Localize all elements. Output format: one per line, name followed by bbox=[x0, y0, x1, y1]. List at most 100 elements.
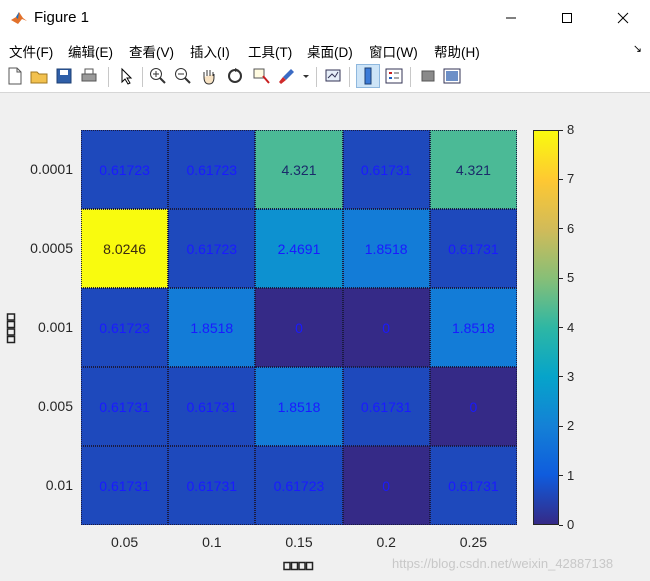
heatmap-cell: 4.321 bbox=[429, 130, 517, 209]
y-axis-label bbox=[5, 312, 17, 344]
heatmap-cell: 0.61723 bbox=[255, 446, 343, 525]
x-tick-label: 0.15 bbox=[285, 534, 313, 550]
new-figure-icon[interactable] bbox=[5, 66, 25, 86]
heatmap-cell: 4.321 bbox=[255, 130, 343, 209]
maximize-icon bbox=[562, 13, 572, 23]
open-file-icon[interactable] bbox=[29, 66, 49, 86]
heatmap-cell: 0.61731 bbox=[81, 367, 169, 446]
cell-value-label: 0.61723 bbox=[273, 477, 325, 494]
heatmap-cell: 0.61723 bbox=[81, 130, 169, 209]
heatmap-cell: 0.61731 bbox=[168, 367, 256, 446]
colorbar-tick bbox=[559, 228, 563, 230]
colorbar-tick bbox=[559, 327, 563, 328]
colorbar-tick bbox=[559, 524, 563, 526]
cell-value-label: 0 bbox=[382, 319, 391, 336]
menu-window[interactable]: 窗口(W) bbox=[369, 41, 418, 61]
x-tick-label: 0.25 bbox=[459, 534, 488, 550]
save-icon[interactable] bbox=[54, 66, 74, 86]
brush-icon[interactable] bbox=[277, 66, 297, 86]
heatmap-cell: 1.8518 bbox=[429, 288, 517, 367]
cell-value-label: 2.4691 bbox=[277, 240, 321, 257]
menu-tools[interactable]: 工具(T) bbox=[248, 41, 292, 61]
cell-value-label: 8.0246 bbox=[103, 240, 146, 257]
link-plot-icon[interactable] bbox=[323, 66, 343, 86]
heatmap-cell: 0 bbox=[429, 367, 517, 446]
heatmap-cell: 0 bbox=[255, 288, 343, 367]
colorbar-tick-label: 1 bbox=[567, 467, 575, 483]
colorbar-tick-label: 4 bbox=[567, 319, 575, 335]
print-icon[interactable] bbox=[79, 66, 99, 86]
y-tick-label: 0.001 bbox=[37, 318, 73, 335]
cell-value-label: 4.321 bbox=[455, 161, 491, 178]
x-tick-label: 0.2 bbox=[376, 534, 396, 550]
colorbar-tick bbox=[559, 178, 563, 180]
heatmap-cell: 0.61723 bbox=[81, 288, 169, 367]
cell-value-label: 0 bbox=[382, 477, 391, 494]
heatmap-cell: 1.8518 bbox=[342, 209, 430, 288]
cell-value-label: 1.8518 bbox=[277, 398, 321, 415]
cell-value-label: 1.8518 bbox=[364, 240, 408, 257]
close-button[interactable] bbox=[600, 0, 646, 36]
heatmap-cell: 0.61731 bbox=[342, 367, 430, 446]
cell-value-label: 1.8518 bbox=[451, 319, 495, 336]
cell-value-label: 0.61723 bbox=[186, 240, 238, 257]
data-cursor-icon[interactable] bbox=[251, 66, 271, 86]
title-bar[interactable]: Figure 1 bbox=[0, 0, 650, 36]
x-axis-label bbox=[283, 559, 315, 571]
cell-value-label: 0 bbox=[295, 319, 303, 336]
colorbar-tick bbox=[559, 129, 563, 131]
cell-value-label: 0.61731 bbox=[99, 477, 150, 494]
cell-value-label: 1.8518 bbox=[190, 319, 234, 336]
rotate-3d-icon[interactable] bbox=[225, 66, 245, 86]
menu-desktop[interactable]: 桌面(D) bbox=[307, 41, 353, 61]
legend-icon[interactable] bbox=[384, 66, 404, 86]
heatmap-cell: 0.61731 bbox=[429, 446, 517, 525]
cell-value-label: 0.61723 bbox=[99, 319, 150, 336]
matlab-logo-icon bbox=[11, 12, 27, 24]
y-axis-label-glyphs bbox=[6, 313, 16, 344]
pointer-icon[interactable] bbox=[116, 66, 136, 86]
dock-arrow-icon[interactable]: ↘ bbox=[633, 42, 642, 55]
heatmap-cell: 1.8518 bbox=[255, 367, 343, 446]
pan-icon[interactable] bbox=[199, 66, 219, 86]
menu-file[interactable]: 文件(F) bbox=[9, 41, 53, 61]
zoom-out-icon[interactable] bbox=[173, 66, 193, 86]
brush-dropdown-icon[interactable] bbox=[301, 66, 311, 86]
menu-insert[interactable]: 插入(I) bbox=[190, 41, 230, 61]
menu-view[interactable]: 查看(V) bbox=[129, 41, 174, 61]
menu-help[interactable]: 帮助(H) bbox=[434, 41, 480, 61]
maximize-button[interactable] bbox=[544, 0, 590, 36]
colorbar-tick-label: 5 bbox=[567, 270, 575, 286]
y-tick-label: 0.01 bbox=[45, 476, 73, 493]
cell-value-label: 0 bbox=[469, 398, 478, 415]
figure-window: Figure 1 文件(F) 编辑(E) 查看(V) 插入(I) 工具(T) 桌… bbox=[0, 0, 650, 581]
heatmap-cell: 0.61731 bbox=[168, 446, 256, 525]
cell-value-label: 0.61731 bbox=[360, 398, 412, 415]
heatmap-cell: 1.8518 bbox=[168, 288, 256, 367]
heatmap-cell: 0.61731 bbox=[429, 209, 517, 288]
heatmap-cell: 0 bbox=[342, 288, 430, 367]
cell-value-label: 0.61731 bbox=[360, 161, 412, 178]
menu-bar: 文件(F) 编辑(E) 查看(V) 插入(I) 工具(T) 桌面(D) 窗口(W… bbox=[0, 36, 650, 62]
colorbar-tick-label: 8 bbox=[567, 122, 575, 137]
minimize-button[interactable] bbox=[488, 0, 534, 36]
window-title: Figure 1 bbox=[34, 9, 90, 26]
x-tick-label: 0.1 bbox=[202, 534, 222, 550]
colorbar-tick-label: 7 bbox=[567, 171, 575, 187]
heatmap-cell: 0.61731 bbox=[342, 130, 430, 209]
colorbar[interactable] bbox=[533, 130, 559, 525]
colorbar-tick-label: 6 bbox=[567, 220, 575, 236]
colorbar-tick bbox=[559, 277, 563, 279]
heatmap-cell: 0.61723 bbox=[168, 209, 256, 288]
zoom-in-icon[interactable] bbox=[148, 66, 168, 86]
heatmap-axes[interactable]: 0.61723 0.61723 4.321 0.61731 4.321 8.0246 0.6… bbox=[81, 130, 517, 525]
colorbar-tick-label: 3 bbox=[567, 368, 575, 384]
menu-edit[interactable]: 编辑(E) bbox=[68, 41, 113, 61]
cell-value-label: 0.61731 bbox=[448, 240, 499, 257]
show-plot-tools-icon[interactable] bbox=[442, 66, 462, 86]
colorbar-tick bbox=[559, 475, 563, 477]
colorbar-button[interactable] bbox=[356, 64, 380, 88]
colorbar-tick bbox=[559, 425, 563, 427]
minimize-icon bbox=[506, 17, 516, 19]
hide-plot-tools-icon[interactable] bbox=[418, 66, 438, 86]
